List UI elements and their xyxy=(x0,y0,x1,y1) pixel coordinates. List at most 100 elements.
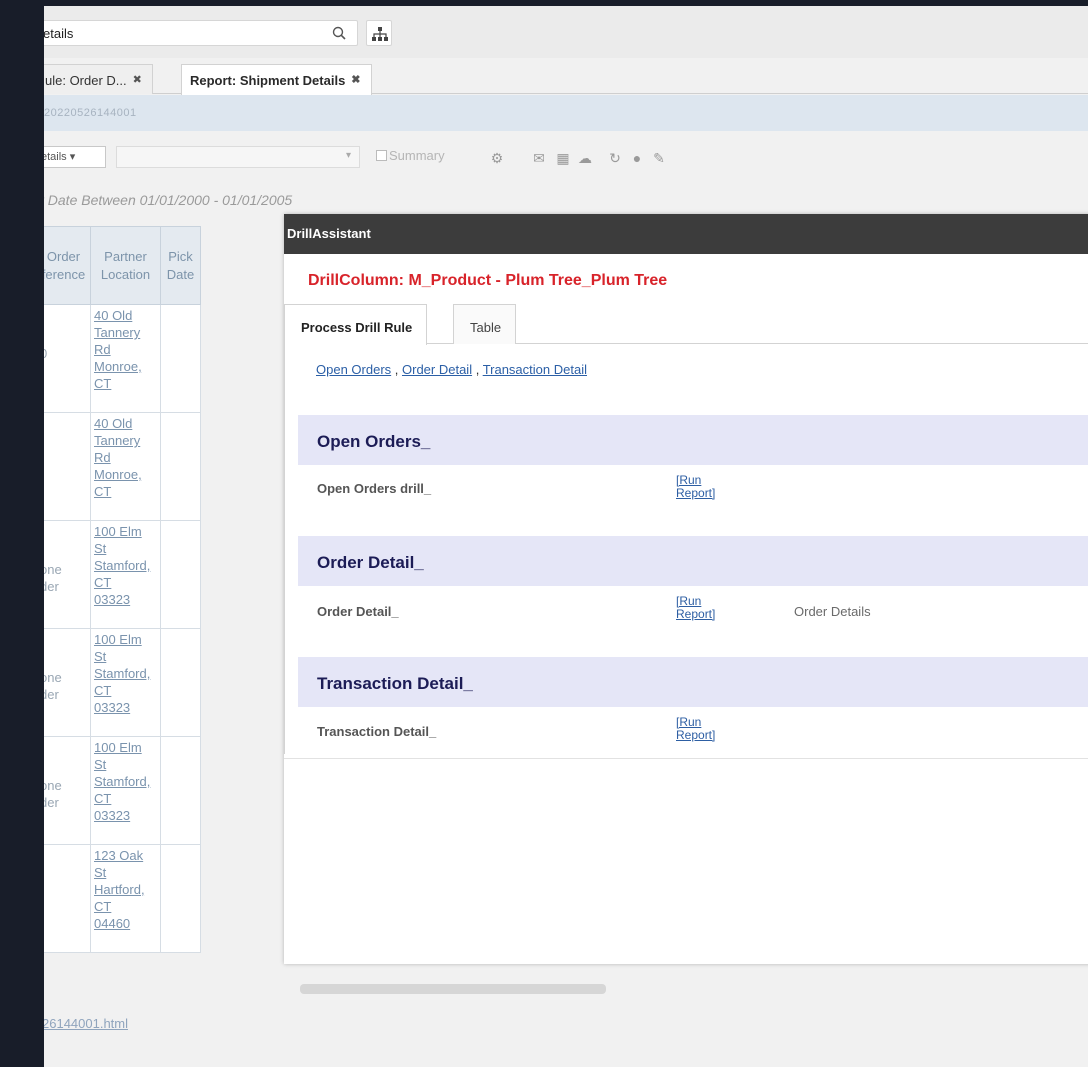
email-icon[interactable]: ✉ xyxy=(530,150,548,166)
section-open-orders: Open Orders_ xyxy=(298,415,1088,465)
address-link[interactable]: 123 Oak St Hartford, CT 04460 xyxy=(94,848,145,931)
address-link[interactable]: 40 Old Tannery Rd Monroe, CT xyxy=(94,416,142,499)
separator: , xyxy=(472,362,483,377)
section-transaction-detail: Transaction Detail_ xyxy=(298,657,1088,707)
drill-link-open-orders[interactable]: Open Orders xyxy=(316,362,391,377)
drill-column-heading: DrillColumn: M_Product - Plum Tree_Plum … xyxy=(308,272,668,289)
address-link[interactable]: 40 Old Tannery Rd Monroe, CT xyxy=(94,308,142,391)
section-title: Open Orders_ xyxy=(317,432,431,451)
tab-process-drill-rule[interactable]: Process Drill Rule xyxy=(284,304,428,345)
section-title: Transaction Detail_ xyxy=(317,674,473,693)
cloud-icon[interactable]: ☁ xyxy=(576,150,594,166)
divider xyxy=(284,758,1088,759)
separator: , xyxy=(391,362,402,377)
drill-row-label: Order Detail_ xyxy=(317,604,399,619)
dialog-tabs: Process Drill Rule Table xyxy=(284,302,1088,345)
report-id: 20220526144001 xyxy=(44,107,137,119)
column-header[interactable]: Pick Date xyxy=(160,226,201,305)
order-reference-cell xyxy=(44,412,91,521)
grid-icon[interactable]: ▦ xyxy=(554,150,572,166)
drill-link-transaction-detail[interactable]: Transaction Detail xyxy=(483,362,587,377)
report-table: Order ference Partner Location Pick Date… xyxy=(44,226,201,953)
view-select-value: etails xyxy=(44,151,67,163)
column-header-label: Partner Location xyxy=(100,248,151,282)
search-icon[interactable] xyxy=(331,25,347,41)
summary-label: Summary xyxy=(389,148,445,163)
run-report-link[interactable]: [Run Report] xyxy=(676,716,715,742)
pick-date-cell xyxy=(160,628,201,737)
search-input[interactable]: etails xyxy=(44,20,358,46)
search-value: etails xyxy=(44,26,74,41)
pick-date-cell xyxy=(160,844,201,953)
gear-icon[interactable]: ● xyxy=(628,150,646,166)
filter-description: t Date Between 01/01/2000 - 01/01/2005 xyxy=(44,192,293,208)
run-report-link[interactable]: [Run Report] xyxy=(676,474,715,500)
tab-label: Report: Shipment Details xyxy=(190,73,346,88)
table-row: 0 40 Old Tannery Rd Monroe, CT xyxy=(44,304,201,413)
pick-date-cell xyxy=(160,412,201,521)
filter-select[interactable]: ▾ xyxy=(116,146,360,168)
settings-icon[interactable]: ⚙ xyxy=(488,150,506,166)
cell-text: 0 xyxy=(44,346,47,361)
table-row: one der 100 Elm St Stamford, CT 03323 xyxy=(44,736,201,845)
order-reference-cell: one der xyxy=(44,520,91,629)
tab-shipment-details[interactable]: Report: Shipment Details ✖ xyxy=(181,64,372,95)
address-link[interactable]: 100 Elm St Stamford, CT 03323 xyxy=(94,524,150,607)
report-toolbar: etails ▾ ▾ Summary ⚙ ✉ ▦ ☁ ↻ ● ✎ xyxy=(44,138,1088,178)
tab-order-detail-rule[interactable]: ule: Order D... ✖ xyxy=(44,64,153,94)
order-reference-cell: one der xyxy=(44,628,91,737)
cell-text: one der xyxy=(44,778,62,810)
pick-date-cell xyxy=(160,520,201,629)
table-row: 123 Oak St Hartford, CT 04460 xyxy=(44,844,201,953)
run-report-link[interactable]: [Run Report] xyxy=(676,595,715,621)
report-window: etails ule: Order D... ✖ Report: Shipment… xyxy=(44,6,1088,1067)
drill-assistant-dialog: DrillAssistant DrillColumn: M_Product - … xyxy=(284,214,1088,964)
horizontal-scrollbar[interactable] xyxy=(300,984,606,994)
column-header[interactable]: Order ference xyxy=(44,226,91,305)
pencil-icon[interactable]: ✎ xyxy=(650,150,668,166)
section-order-detail: Order Detail_ xyxy=(298,536,1088,586)
partner-location-cell: 100 Elm St Stamford, CT 03323 xyxy=(90,736,161,845)
drill-links: Open Orders , Order Detail , Transaction… xyxy=(316,362,587,377)
column-header-label: Pick Date xyxy=(166,248,195,282)
order-reference-cell: one der xyxy=(44,736,91,845)
report-file-link[interactable]: 26144001.html xyxy=(44,1016,128,1031)
table-row: one der 100 Elm St Stamford, CT 03323 xyxy=(44,628,201,737)
partner-location-cell: 100 Elm St Stamford, CT 03323 xyxy=(90,520,161,629)
tab-table[interactable]: Table xyxy=(453,304,517,344)
divider xyxy=(284,344,285,754)
hierarchy-icon xyxy=(372,27,388,41)
hierarchy-button[interactable] xyxy=(366,20,392,46)
pick-date-cell xyxy=(160,304,201,413)
dialog-title: DrillAssistant xyxy=(287,226,371,241)
column-header-label: Order ference xyxy=(44,248,86,282)
top-bar: etails xyxy=(44,6,1088,58)
checkbox-box xyxy=(376,150,387,161)
order-reference-cell xyxy=(44,844,91,953)
partner-location-cell: 40 Old Tannery Rd Monroe, CT xyxy=(90,304,161,413)
chevron-down-icon: ▾ xyxy=(345,150,351,161)
close-icon[interactable]: ✖ xyxy=(351,74,360,86)
drill-row-label: Transaction Detail_ xyxy=(317,724,437,739)
refresh-icon[interactable]: ↻ xyxy=(606,150,624,166)
table-row: one der 100 Elm St Stamford, CT 03323 xyxy=(44,520,201,629)
dialog-header[interactable]: DrillAssistant xyxy=(284,214,1088,254)
drill-link-order-detail[interactable]: Order Detail xyxy=(402,362,472,377)
drill-row-label: Open Orders drill_ xyxy=(317,481,432,496)
pick-date-cell xyxy=(160,736,201,845)
close-icon[interactable]: ✖ xyxy=(133,74,142,86)
tab-label: Table xyxy=(470,320,502,335)
address-link[interactable]: 100 Elm St Stamford, CT 03323 xyxy=(94,740,150,823)
summary-checkbox[interactable]: Summary xyxy=(376,148,445,163)
order-reference-cell: 0 xyxy=(44,304,91,413)
address-link[interactable]: 100 Elm St Stamford, CT 03323 xyxy=(94,632,150,715)
section-title: Order Detail_ xyxy=(317,553,424,572)
table-row: 40 Old Tannery Rd Monroe, CT xyxy=(44,412,201,521)
partner-location-cell: 123 Oak St Hartford, CT 04460 xyxy=(90,844,161,953)
tab-label: ule: Order D... xyxy=(45,73,127,88)
report-id-strip: 20220526144001 xyxy=(44,95,1088,131)
tab-label: Process Drill Rule xyxy=(301,320,413,335)
report-tabs: ule: Order D... ✖ Report: Shipment Detail… xyxy=(44,62,1088,95)
view-select[interactable]: etails ▾ xyxy=(44,146,106,168)
column-header[interactable]: Partner Location xyxy=(90,226,161,305)
